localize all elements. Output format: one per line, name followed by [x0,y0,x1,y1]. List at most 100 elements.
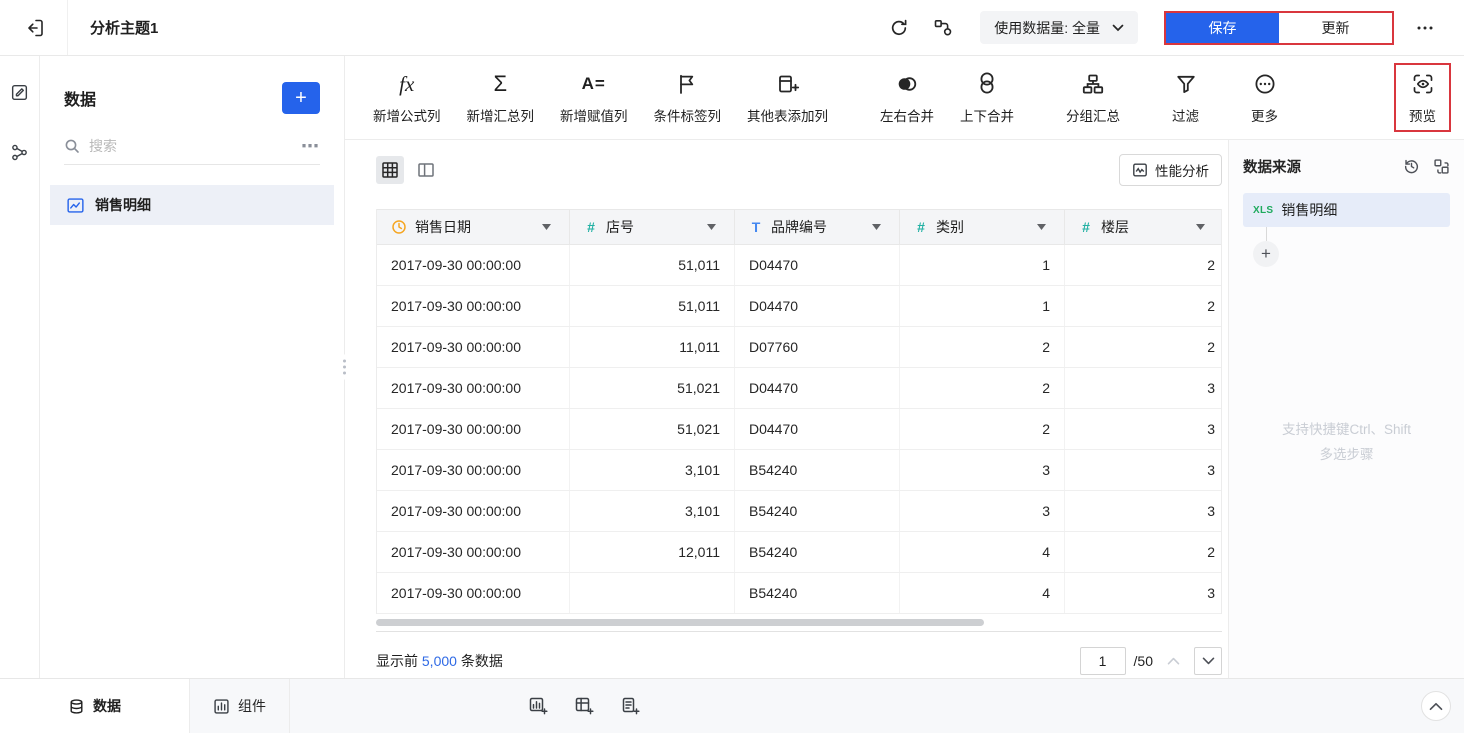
toolbar-condition-tag-column[interactable]: 条件标签列 [641,65,735,130]
table-cell: 2017-09-30 00:00:00 [377,450,570,490]
number-type-icon: # [1079,219,1093,235]
table-cell: 2017-09-30 00:00:00 [377,368,570,408]
horizontal-scrollbar[interactable] [376,619,984,626]
dataset-item-selected[interactable]: 销售明细 [50,185,334,225]
tab-data[interactable]: 数据 [0,679,190,733]
filter-caret-icon[interactable] [542,224,551,230]
table-cell: 51,021 [570,368,735,408]
page-title: 分析主题1 [90,17,158,38]
data-table: 销售日期 # 店号 T [376,209,1222,614]
table-cell: 2017-09-30 00:00:00 [377,245,570,285]
table-row[interactable]: 2017-09-30 00:00:0011,011D0776022 [377,327,1221,368]
table-row[interactable]: 2017-09-30 00:00:0051,021D0447023 [377,409,1221,450]
join-vertical-icon [975,70,999,96]
header-more-button[interactable] [1408,11,1442,45]
table-cell: 2 [1065,286,1223,326]
table-cell: 51,011 [570,286,735,326]
relation-view-button[interactable] [8,140,32,164]
table-row[interactable]: 2017-09-30 00:00:00B5424043 [377,573,1221,614]
toolbar-preview[interactable]: 预览 [1396,65,1449,130]
grid-view-icon [380,160,400,180]
table-cell: B54240 [735,532,900,572]
table-cell: 2017-09-30 00:00:00 [377,409,570,449]
toolbar-union-top-bottom[interactable]: 上下合并 [947,65,1027,130]
data-panel-title: 数据 [64,86,96,110]
tab-component[interactable]: 组件 [190,679,290,733]
app-header: 分析主题1 使用数据量: 全量 保存 更新 [0,0,1464,56]
toolbar-add-formula-column[interactable]: fx 新增公式列 [360,65,454,130]
lineage-button[interactable] [926,11,960,45]
table-cell: 4 [900,573,1065,613]
table-row[interactable]: 2017-09-30 00:00:003,101B5424033 [377,450,1221,491]
page-down-button[interactable] [1194,647,1222,675]
toolbar-add-assign-column[interactable]: A= 新增赋值列 [547,65,641,130]
history-icon[interactable] [1403,158,1420,175]
number-type-icon: # [914,219,928,235]
edit-toolbar: fx 新增公式列 Σ 新增汇总列 A= 新增赋值列 条件标签列 [345,56,1464,140]
collapse-panel-button[interactable] [1421,691,1451,721]
source-step-item[interactable]: XLS 销售明细 [1243,193,1450,227]
toolbar-add-summary-column[interactable]: Σ 新增汇总列 [454,65,548,130]
table-cell: 2 [1065,327,1223,367]
panel-resize-handle[interactable] [340,355,349,380]
card-view-toggle[interactable] [412,156,440,184]
page-up-button[interactable] [1167,657,1180,665]
card-view-icon [416,160,436,180]
annotation-box-save-update: 保存 更新 [1164,11,1394,45]
column-header-floor[interactable]: # 楼层 [1065,210,1223,244]
column-header-category[interactable]: # 类别 [900,210,1065,244]
table-cell: 3 [900,450,1065,490]
update-button[interactable]: 更新 [1279,13,1392,43]
data-volume-select[interactable]: 使用数据量: 全量 [980,11,1138,44]
table-cell: D04470 [735,286,900,326]
more-circle-icon [1253,70,1277,96]
table-cell: B54240 [735,450,900,490]
switch-view-icon[interactable] [1433,158,1450,175]
filter-caret-icon[interactable] [1037,224,1046,230]
performance-analysis-button[interactable]: 性能分析 [1119,154,1222,186]
save-button[interactable]: 保存 [1166,13,1279,43]
search-input[interactable] [89,138,292,154]
table-cell: 2017-09-30 00:00:00 [377,573,570,613]
add-step-button[interactable]: + [1253,241,1279,267]
add-report-icon[interactable] [620,696,640,716]
table-cell: 51,011 [570,245,735,285]
column-header-store-no[interactable]: # 店号 [570,210,735,244]
search-options-icon[interactable]: ⋯ [301,141,320,151]
table-cell: 2017-09-30 00:00:00 [377,491,570,531]
table-row[interactable]: 2017-09-30 00:00:0012,011B5424042 [377,532,1221,573]
page-number-input[interactable] [1080,647,1126,675]
search-icon [64,138,80,154]
table-cell: 3,101 [570,491,735,531]
add-chart-icon[interactable] [528,696,548,716]
table-row[interactable]: 2017-09-30 00:00:0051,011D0447012 [377,286,1221,327]
table-view-area: 性能分析 销售日期 [345,140,1228,678]
table-cell: 3,101 [570,450,735,490]
table-row[interactable]: 2017-09-30 00:00:0051,011D0447012 [377,245,1221,286]
toolbar-filter[interactable]: 过滤 [1159,65,1212,130]
filter-caret-icon[interactable] [707,224,716,230]
table-cell: 12,011 [570,532,735,572]
add-table-icon[interactable] [574,696,594,716]
edit-subject-button[interactable] [8,80,32,104]
grid-view-toggle[interactable] [376,156,404,184]
toolbar-join-left-right[interactable]: 左右合并 [867,65,947,130]
table-row[interactable]: 2017-09-30 00:00:0051,021D0447023 [377,368,1221,409]
filter-caret-icon[interactable] [872,224,881,230]
table-cell: D04470 [735,245,900,285]
column-header-sale-date[interactable]: 销售日期 [377,210,570,244]
column-header-brand-no[interactable]: T 品牌编号 [735,210,900,244]
toolbar-more[interactable]: 更多 [1238,65,1291,130]
table-cell: 1 [900,245,1065,285]
table-cell: 2017-09-30 00:00:00 [377,327,570,367]
table-row[interactable]: 2017-09-30 00:00:003,101B5424033 [377,491,1221,532]
exit-workspace-button[interactable] [0,0,68,55]
bottom-bar: 数据 组件 [0,678,1464,733]
toolbar-add-column-from-table[interactable]: 其他表添加列 [734,65,841,130]
toolbar-group-summary[interactable]: 分组汇总 [1053,65,1133,130]
refresh-button[interactable] [882,11,916,45]
performance-icon [1132,162,1148,178]
filter-caret-icon[interactable] [1196,224,1205,230]
add-data-button[interactable]: + [282,82,320,114]
table-cell: D07760 [735,327,900,367]
